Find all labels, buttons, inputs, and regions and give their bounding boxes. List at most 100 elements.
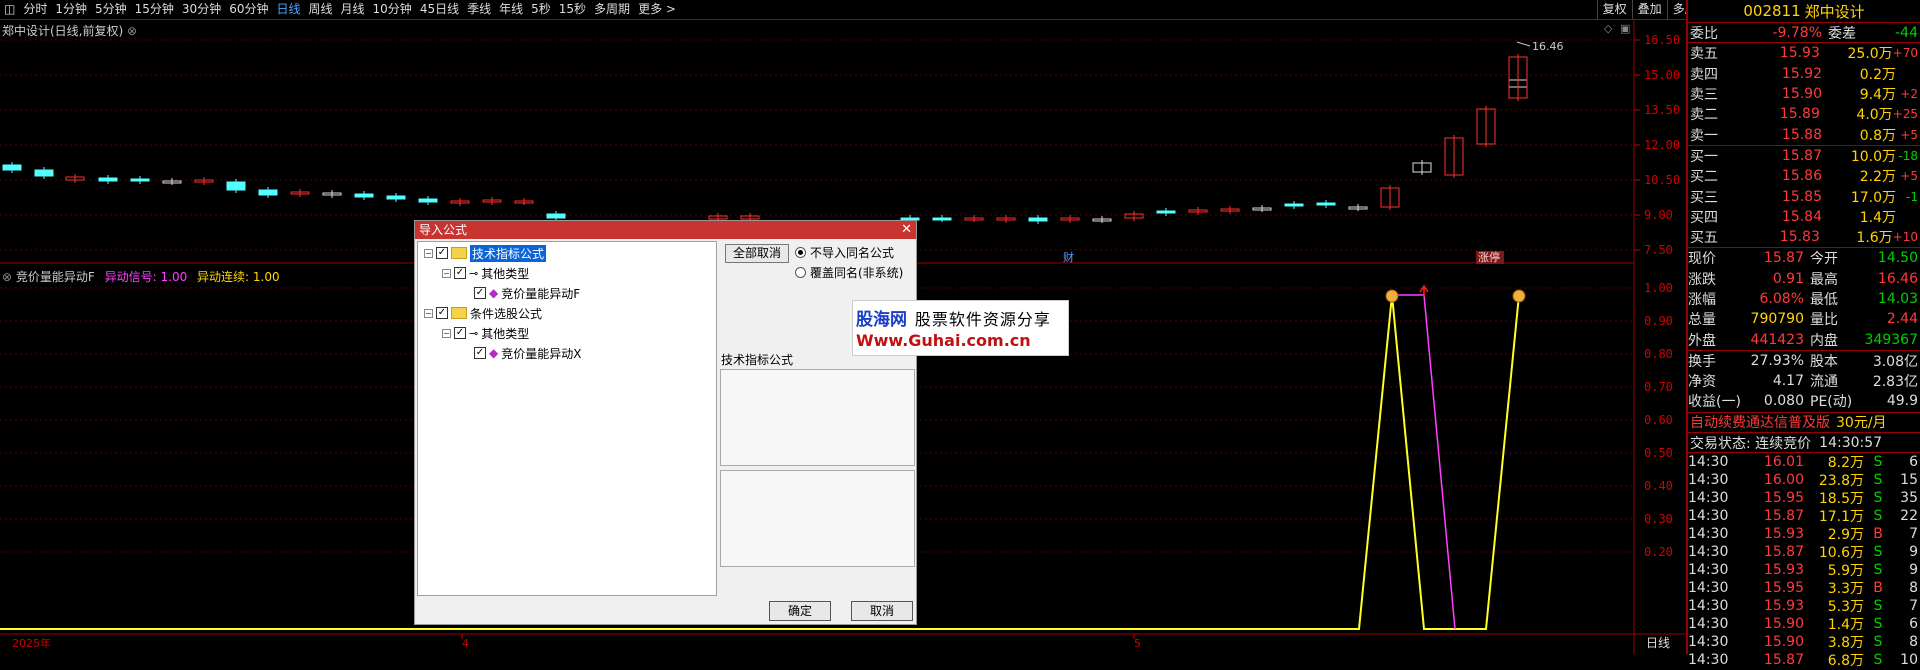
stat-cell: 最高 xyxy=(1810,271,1838,288)
period-tab[interactable]: 30分钟 xyxy=(178,0,225,19)
period-tab[interactable]: 日线 xyxy=(272,0,304,19)
indicator-axis-label: 1.00 xyxy=(1644,281,1673,295)
period-tab[interactable]: 分时 xyxy=(19,0,51,19)
stat-row: 净资 4.17 流通 2.83亿 xyxy=(1688,371,1920,391)
period-tab[interactable]: 周线 xyxy=(305,0,337,19)
tree-node-select[interactable]: − ✓ 条件选股公式 xyxy=(424,305,542,321)
finance-marker[interactable]: 财 xyxy=(1063,250,1074,264)
ask-vol: 4.0万 xyxy=(1856,107,1893,124)
period-tab[interactable]: 更多 > xyxy=(634,0,680,19)
tick-cell: 14:30 xyxy=(1688,580,1729,597)
expand-icon[interactable]: − xyxy=(424,308,433,318)
period-tab[interactable]: 5分钟 xyxy=(91,0,131,19)
tree-node-other2[interactable]: − ✓ ⊸ 其他类型 xyxy=(442,325,529,341)
period-tab[interactable]: 1分钟 xyxy=(51,0,91,19)
tick-cell: 14:30 xyxy=(1688,508,1729,525)
expand-icon[interactable]: − xyxy=(442,268,451,278)
stat-cell: 股本 xyxy=(1810,353,1838,370)
tree-node-formula-x[interactable]: ✓ ◆ 竞价量能异动X xyxy=(474,345,581,361)
bid-label: 买二 xyxy=(1690,169,1718,186)
tick-cell: 14:30 xyxy=(1688,616,1729,633)
tick-cell: 10.6万 xyxy=(1818,545,1864,562)
stat-cell: 现价 xyxy=(1688,251,1716,268)
tick-cell: S xyxy=(1873,652,1883,669)
bid-price: 15.86 xyxy=(1781,168,1822,185)
tick-cell: 3.8万 xyxy=(1827,635,1864,652)
settings-icon[interactable]: ⊗ xyxy=(127,24,137,38)
ok-button[interactable]: 确定 xyxy=(769,601,831,621)
stat-cell: 2.44 xyxy=(1886,311,1918,328)
tick-cell: 7 xyxy=(1909,526,1918,543)
tool-button[interactable]: 复权 xyxy=(1596,0,1632,19)
tick-cell: 17.1万 xyxy=(1818,509,1864,526)
expand-icon[interactable]: − xyxy=(442,328,451,338)
tick-cell: 9 xyxy=(1909,562,1918,579)
close-icon[interactable]: ✕ xyxy=(901,221,912,239)
ask-label: 卖一 xyxy=(1690,127,1718,144)
tick-cell: S xyxy=(1873,598,1883,615)
indicator-title[interactable]: ⊗ 竞价量能异动F 异动信号: 1.00 异动连续: 1.00 xyxy=(2,268,280,285)
signal-label: 异动信号: xyxy=(104,270,157,284)
cont-value: 1.00 xyxy=(252,270,280,284)
toolbar-left-icon[interactable]: ◫ xyxy=(0,0,19,19)
period-tab[interactable]: 多周期 xyxy=(590,0,634,19)
checkbox[interactable]: ✓ xyxy=(454,327,466,339)
tick-cell: 14:30 xyxy=(1688,598,1729,615)
period-tab[interactable]: 10分钟 xyxy=(369,0,416,19)
radio-no-import[interactable]: 不导入同名公式 xyxy=(795,244,894,261)
stat-row: 换手 27.93% 股本 3.08亿 xyxy=(1688,351,1920,371)
indicator-gear-icon[interactable]: ⊗ xyxy=(2,270,12,284)
tick-cell: S xyxy=(1873,454,1883,471)
cancel-all-button[interactable]: 全部取消 xyxy=(725,244,789,263)
tree-node-tech[interactable]: − ✓ 技术指标公式 xyxy=(424,244,547,262)
tick-cell: 15.87 xyxy=(1763,508,1804,525)
cancel-button[interactable]: 取消 xyxy=(851,601,913,621)
promo-row[interactable]: 自动续费通达信普及版 30元/月 xyxy=(1688,411,1920,432)
formula-tree[interactable]: − ✓ 技术指标公式 − ✓ ⊸ 其他类型 ✓ ◆ 竞价量能异动F − ✓ 条件选股公式 − ✓ ⊸ 其… xyxy=(417,241,717,596)
stat-cell: 收益(一) xyxy=(1688,394,1741,411)
period-tab[interactable]: 15分钟 xyxy=(131,0,178,19)
price-axis-label: 9.00 xyxy=(1644,208,1673,222)
tick-cell: 6 xyxy=(1909,454,1918,471)
tick-cell: 15.90 xyxy=(1763,634,1804,651)
expand-icon[interactable]: − xyxy=(424,248,433,258)
bid-vol: 1.4万 xyxy=(1859,209,1896,226)
tick-cell: 22 xyxy=(1900,508,1918,525)
ask-label: 卖五 xyxy=(1690,46,1718,63)
period-tab[interactable]: 季线 xyxy=(463,0,495,19)
price-axis-label: 7.50 xyxy=(1644,243,1673,257)
indicator-axis-label: 0.70 xyxy=(1644,380,1673,394)
tree-node-formula-f[interactable]: ✓ ◆ 竞价量能异动F xyxy=(474,285,580,301)
dialog-titlebar[interactable]: 导入公式 ✕ xyxy=(415,221,916,239)
quote-row: 卖五 15.93 25.0万 +70 xyxy=(1688,43,1920,63)
checkbox[interactable]: ✓ xyxy=(436,307,448,319)
checkbox[interactable]: ✓ xyxy=(454,267,466,279)
period-tab[interactable]: 15秒 xyxy=(555,0,590,19)
period-tab[interactable]: 5秒 xyxy=(527,0,555,19)
radio-overwrite[interactable]: 覆盖同名(非系统) xyxy=(795,264,903,281)
period-tab[interactable]: 60分钟 xyxy=(225,0,272,19)
period-tab[interactable]: 45日线 xyxy=(416,0,463,19)
limit-up-marker[interactable]: 涨停 xyxy=(1478,250,1500,264)
chart-title: 郑中设计(日线,前复权) ⊗ xyxy=(2,24,138,38)
formula-type-label: 技术指标公式 xyxy=(721,353,794,367)
tick-cell: 14:30 xyxy=(1688,652,1729,669)
period-tab[interactable]: 月线 xyxy=(337,0,369,19)
tick-cell: 18.5万 xyxy=(1818,491,1864,508)
period-tab[interactable]: 年线 xyxy=(495,0,527,19)
checkbox[interactable]: ✓ xyxy=(436,247,448,259)
bid-vol: 17.0万 xyxy=(1850,189,1896,206)
tick-cell: 15.93 xyxy=(1763,598,1804,615)
collapse-icon[interactable]: ◇ xyxy=(1604,22,1613,35)
stat-cell: 2.83亿 xyxy=(1872,374,1918,391)
menu-icon[interactable]: ▣ xyxy=(1620,22,1630,35)
tree-node-other1[interactable]: − ✓ ⊸ 其他类型 xyxy=(442,265,529,281)
checkbox[interactable]: ✓ xyxy=(474,287,486,299)
tick-cell: S xyxy=(1873,472,1883,489)
tool-button[interactable]: 叠加 xyxy=(1631,0,1667,19)
bid-label: 买五 xyxy=(1690,230,1718,247)
stat-cell: 涨跌 xyxy=(1688,271,1716,288)
tick-cell: 14:30 xyxy=(1688,562,1729,579)
checkbox[interactable]: ✓ xyxy=(474,347,486,359)
tick-cell: B xyxy=(1873,580,1883,597)
